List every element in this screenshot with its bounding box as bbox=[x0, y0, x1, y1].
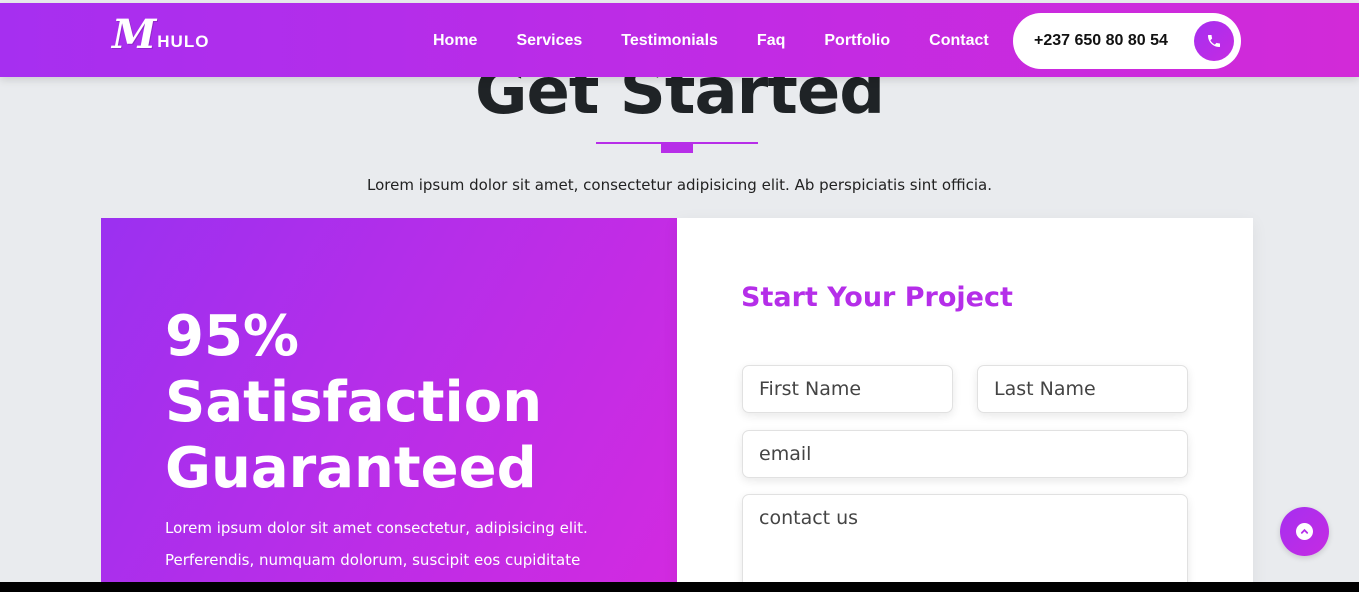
nav-link-contact[interactable]: Contact bbox=[929, 32, 989, 50]
title-underline-accent bbox=[661, 143, 693, 153]
phone-icon bbox=[1208, 35, 1220, 47]
top-navbar: M HULO Home Services Testimonials Faq Po… bbox=[0, 3, 1359, 77]
promo-heading-line: 95% bbox=[165, 304, 300, 369]
first-name-field[interactable] bbox=[742, 365, 953, 413]
promo-heading-line: Satisfaction bbox=[165, 370, 543, 435]
nav-link-testimonials[interactable]: Testimonials bbox=[621, 32, 718, 50]
contact-form-panel: Start Your Project bbox=[677, 218, 1253, 582]
section-subtitle: Lorem ipsum dolor sit amet, consectetur … bbox=[367, 176, 992, 194]
phone-call-button[interactable] bbox=[1194, 21, 1234, 61]
promo-text-line: Perferendis, numquam dolorum, suscipit e… bbox=[165, 551, 581, 569]
nav-link-portfolio[interactable]: Portfolio bbox=[824, 32, 890, 50]
form-title: Start Your Project bbox=[741, 282, 1013, 313]
phone-contact-pill[interactable]: +237 650 80 80 54 bbox=[1013, 13, 1241, 69]
nav-link-services[interactable]: Services bbox=[516, 32, 582, 50]
page-viewport: M HULO Home Services Testimonials Faq Po… bbox=[0, 0, 1359, 582]
promo-heading-line: Guaranteed bbox=[165, 436, 537, 501]
last-name-field[interactable] bbox=[977, 365, 1188, 413]
site-logo[interactable]: M HULO bbox=[112, 15, 209, 55]
promo-panel: 95% Satisfaction Guaranteed Lorem ipsum … bbox=[101, 218, 677, 582]
logo-text: HULO bbox=[157, 32, 210, 51]
message-field[interactable] bbox=[742, 494, 1188, 582]
nav-link-home[interactable]: Home bbox=[433, 32, 477, 50]
logo-mark: M bbox=[112, 11, 157, 58]
nav-links: Home Services Testimonials Faq Portfolio… bbox=[433, 32, 989, 50]
email-field[interactable] bbox=[742, 430, 1188, 478]
nav-link-faq[interactable]: Faq bbox=[757, 32, 785, 50]
scroll-to-top-button[interactable] bbox=[1280, 507, 1329, 556]
promo-text-line: Lorem ipsum dolor sit amet consectetur, … bbox=[165, 519, 588, 537]
chevron-up-icon bbox=[1296, 523, 1313, 540]
phone-number: +237 650 80 80 54 bbox=[1034, 32, 1168, 49]
promo-text: Lorem ipsum dolor sit amet consectetur, … bbox=[165, 512, 588, 576]
promo-heading: 95% Satisfaction Guaranteed bbox=[165, 304, 542, 502]
